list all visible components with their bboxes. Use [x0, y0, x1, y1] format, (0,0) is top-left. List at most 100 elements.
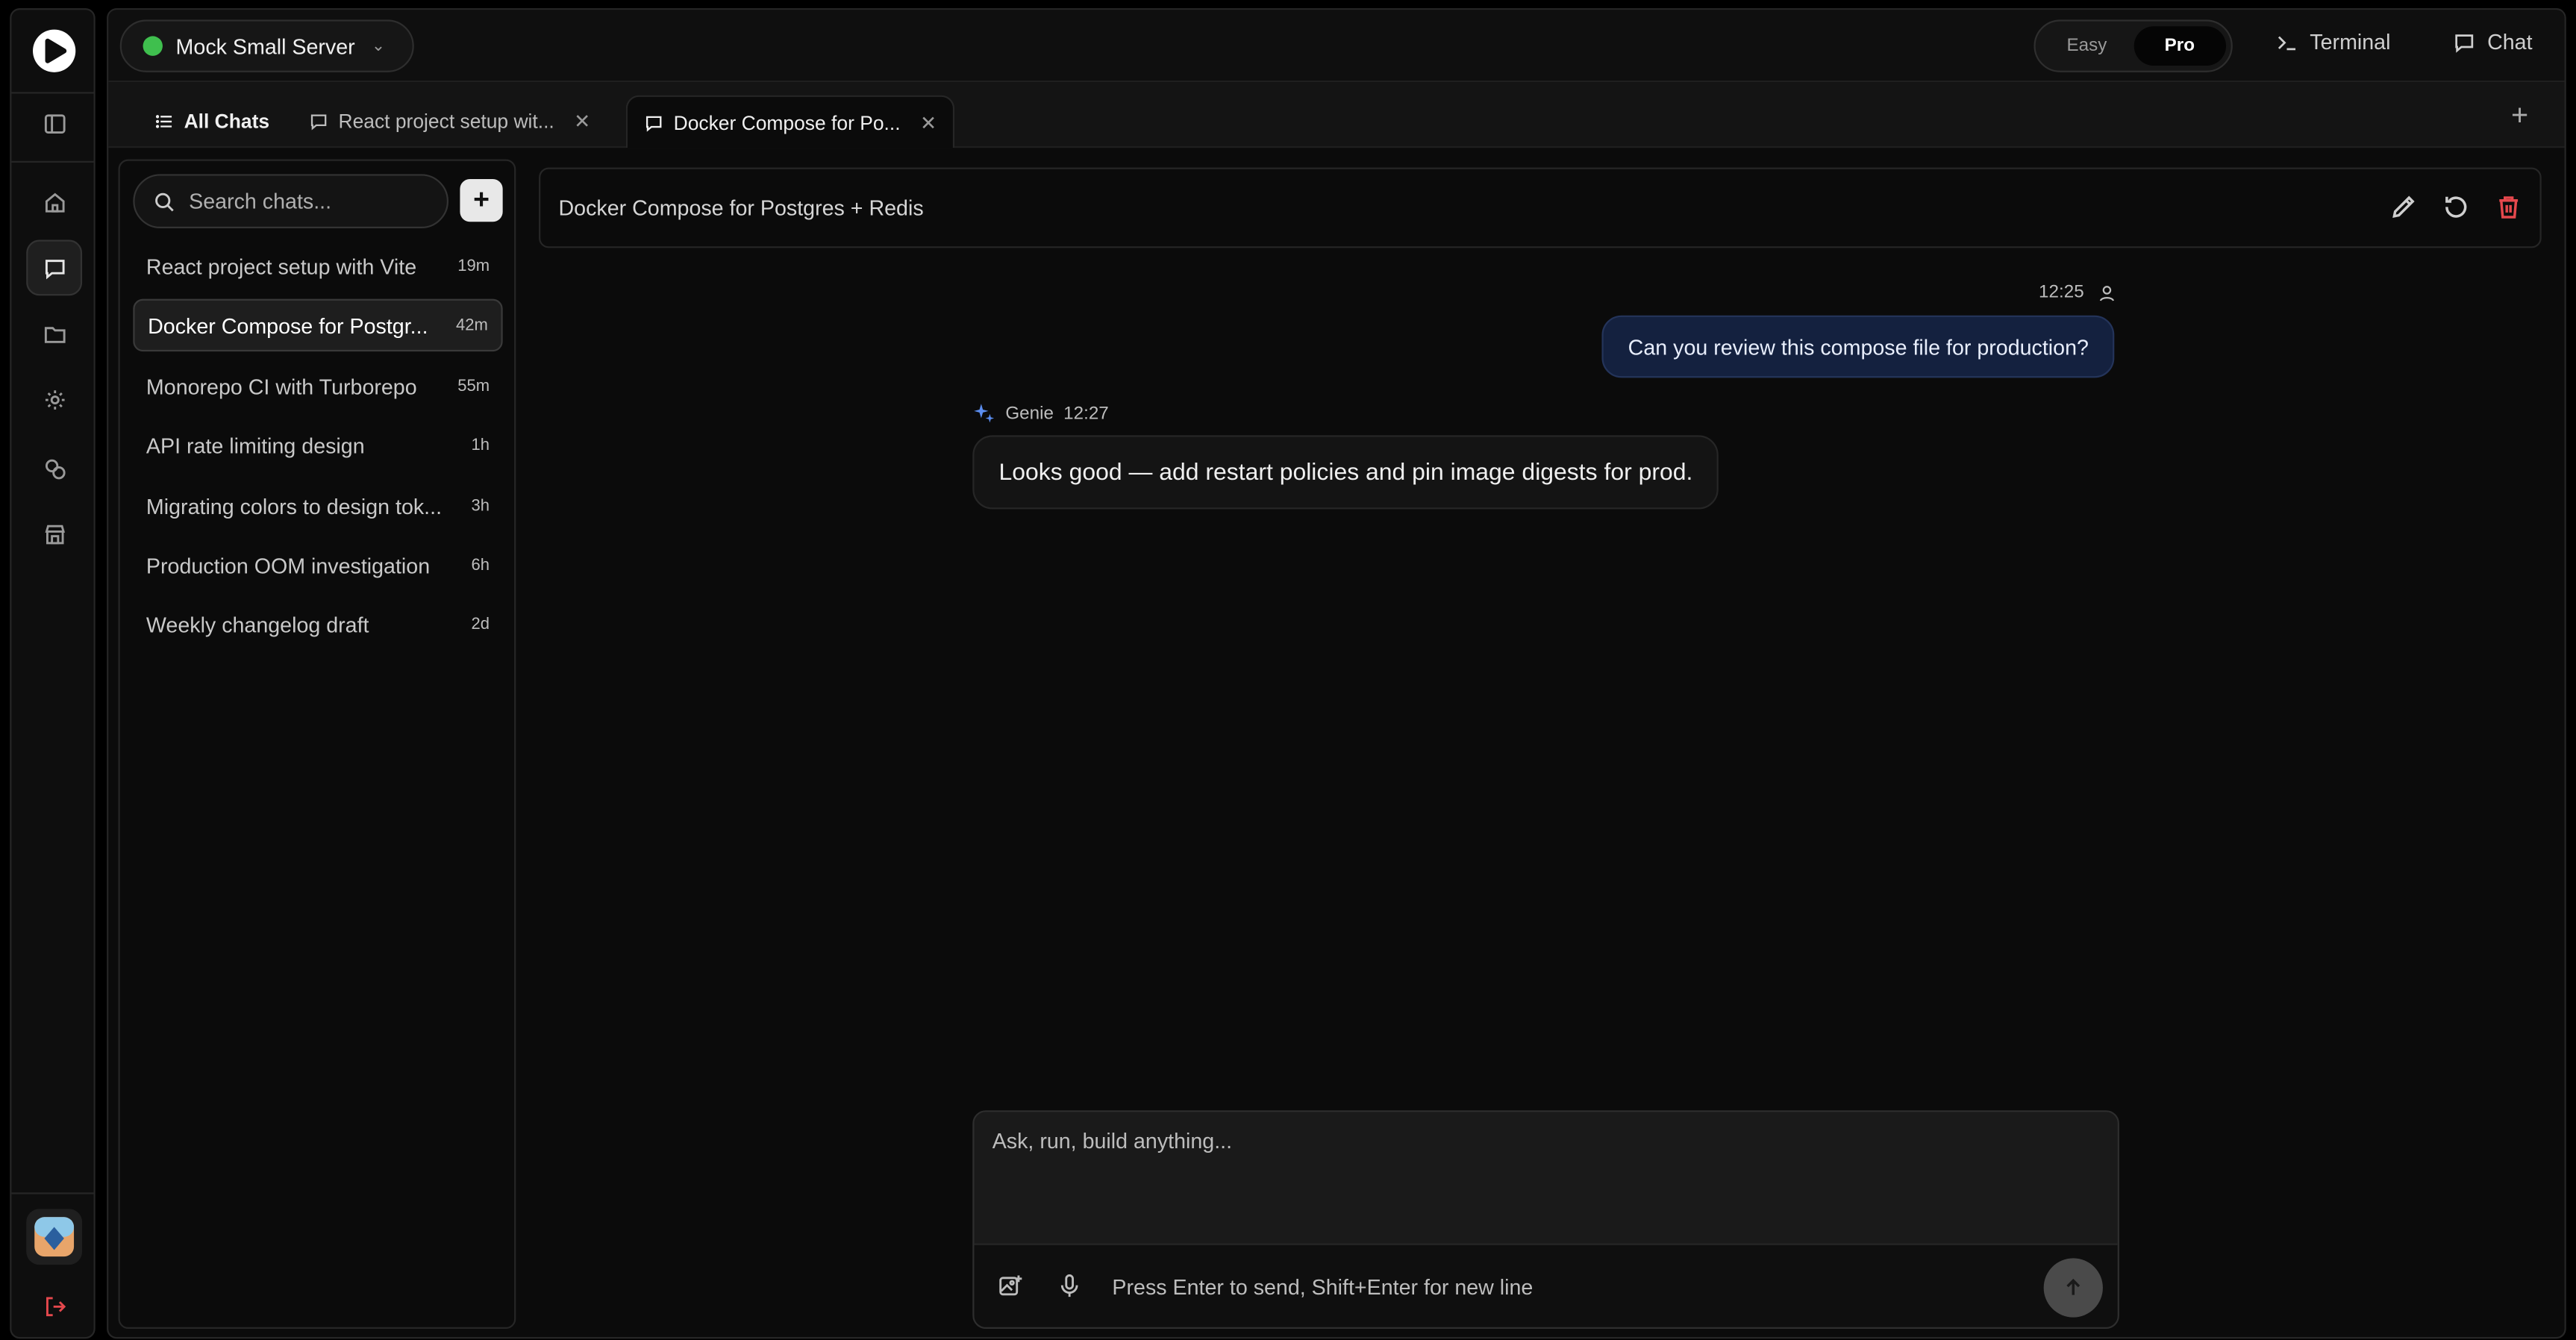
- chat-bubble-icon: [645, 115, 662, 131]
- nav-settings-button[interactable]: [26, 372, 82, 428]
- chat-title: API rate limiting design: [146, 433, 365, 458]
- assistant-message-text: Looks good — add restart policies and pi…: [998, 459, 1693, 486]
- search-icon: [155, 192, 174, 211]
- terminal-label: Terminal: [2310, 29, 2391, 54]
- attach-image-icon[interactable]: [997, 1273, 1023, 1299]
- new-chat-button[interactable]: +: [460, 178, 503, 222]
- avatar-image-icon: [34, 1217, 75, 1257]
- chat-list-item[interactable]: API rate limiting design 1h: [133, 419, 502, 471]
- chat-age: 55m: [457, 377, 490, 395]
- chat-label: Chat: [2487, 29, 2533, 54]
- chat-title: Production OOM investigation: [146, 552, 431, 577]
- tab-bar: All Chats React project setup wit... ✕ D…: [108, 82, 2565, 148]
- tab-react-project[interactable]: React project setup wit... ✕: [293, 96, 607, 148]
- tab-label: Docker Compose for Po...: [673, 110, 901, 134]
- app-root: Mock Small Server ⌄ Easy Pro Terminal Ch…: [0, 0, 2576, 1340]
- chat-list-panel: + React project setup with Vite 19m Dock…: [118, 159, 516, 1330]
- search-input[interactable]: [189, 189, 419, 214]
- microphone-icon[interactable]: [1057, 1273, 1083, 1299]
- composer-hint: Press Enter to send, Shift+Enter for new…: [1112, 1274, 1534, 1299]
- user-avatar[interactable]: [26, 1209, 83, 1265]
- edit-pencil-icon[interactable]: [2389, 192, 2419, 222]
- message-composer: Press Enter to send, Shift+Enter for new…: [972, 1110, 2119, 1330]
- chevron-down-icon: ⌄: [371, 37, 386, 55]
- refresh-icon[interactable]: [2441, 192, 2471, 222]
- chat-title: Docker Compose for Postgr...: [148, 313, 428, 338]
- home-icon: [44, 192, 64, 212]
- chat-list-item[interactable]: React project setup with Vite 19m: [133, 239, 502, 292]
- user-message-bubble: Can you review this compose file for pro…: [1601, 315, 2116, 378]
- mode-easy-button[interactable]: Easy: [2040, 26, 2133, 66]
- user-icon: [2098, 285, 2113, 301]
- link-coins-icon: [44, 458, 65, 479]
- message-input[interactable]: [974, 1112, 2118, 1244]
- server-selector[interactable]: Mock Small Server ⌄: [119, 19, 414, 72]
- composer-toolbar: Press Enter to send, Shift+Enter for new…: [974, 1243, 2118, 1327]
- app-logo-icon[interactable]: [30, 26, 79, 75]
- nav-home-button[interactable]: [26, 174, 82, 230]
- nav-integrations-button[interactable]: [26, 440, 82, 496]
- chat-list-item[interactable]: Monorepo CI with Turborepo 55m: [133, 360, 502, 412]
- store-icon: [44, 524, 64, 544]
- send-button[interactable]: [2043, 1258, 2103, 1318]
- chat-header: Docker Compose for Postgres + Redis: [539, 167, 2542, 248]
- chat-age: 3h: [471, 496, 490, 516]
- chat-bubble-icon: [44, 259, 64, 279]
- user-message-time: 12:25: [2039, 282, 2084, 303]
- assistant-message-time: 12:27: [1063, 404, 1109, 424]
- chat-button[interactable]: Chat: [2453, 30, 2533, 54]
- rail-divider: [11, 92, 94, 94]
- chat-age: 1h: [471, 436, 490, 454]
- chat-title: Weekly changelog draft: [146, 612, 369, 637]
- rail-divider: [11, 1192, 94, 1195]
- sparkle-icon: [974, 404, 995, 423]
- new-tab-button[interactable]: +: [2511, 98, 2528, 133]
- chat-bubble-icon: [2455, 34, 2474, 52]
- server-status-dot: [143, 36, 163, 56]
- nav-chats-button[interactable]: [26, 239, 83, 296]
- chat-title: Migrating colors to design tok...: [146, 493, 443, 519]
- user-message-text: Can you review this compose file for pro…: [1628, 334, 2089, 360]
- chat-age: 42m: [456, 316, 488, 335]
- terminal-button[interactable]: Terminal: [2275, 30, 2390, 54]
- list-icon: [155, 115, 172, 128]
- tab-label: React project setup wit...: [338, 110, 554, 134]
- arrow-up-icon: [2066, 1278, 2081, 1295]
- sidebar-toggle-icon: [43, 113, 65, 133]
- nav-store-button[interactable]: [26, 506, 82, 562]
- chat-title: React project setup with Vite: [146, 254, 417, 279]
- trash-icon[interactable]: [2494, 192, 2524, 222]
- chat-list-item[interactable]: Docker Compose for Postgr... 42m: [133, 298, 503, 352]
- close-tab-icon[interactable]: ✕: [920, 111, 937, 134]
- mode-pro-button[interactable]: Pro: [2133, 26, 2227, 66]
- chat-age: 6h: [471, 556, 490, 574]
- assistant-message-bubble: Looks good — add restart policies and pi…: [972, 435, 1719, 510]
- folder-icon: [43, 326, 65, 342]
- mode-toggle: Easy Pro: [2033, 19, 2233, 72]
- top-bar: Mock Small Server ⌄ Easy Pro Terminal Ch…: [108, 10, 2565, 83]
- chat-list-item[interactable]: Migrating colors to design tok... 3h: [133, 480, 502, 532]
- chat-list-item[interactable]: Production OOM investigation 6h: [133, 539, 502, 591]
- chat-title: Monorepo CI with Turborepo: [146, 373, 417, 398]
- search-box[interactable]: [133, 174, 449, 229]
- close-tab-icon[interactable]: ✕: [574, 110, 590, 134]
- toggle-sidebar-button[interactable]: [26, 96, 82, 151]
- tab-docker-compose[interactable]: Docker Compose for Po... ✕: [625, 95, 955, 148]
- gear-icon: [44, 389, 64, 409]
- rail-divider: [11, 160, 94, 163]
- left-rail: [10, 8, 96, 1339]
- user-message-meta: 12:25: [2039, 283, 2115, 302]
- assistant-name: Genie: [1005, 404, 1054, 424]
- assistant-message-meta: Genie 12:27: [972, 402, 1109, 425]
- logout-button[interactable]: [26, 1278, 82, 1334]
- chat-age: 2d: [471, 615, 490, 633]
- chat-list-item[interactable]: Weekly changelog draft 2d: [133, 598, 502, 650]
- chat-age: 19m: [457, 257, 490, 275]
- chat-title-heading: Docker Compose for Postgres + Redis: [558, 195, 924, 221]
- tab-label: All Chats: [184, 110, 270, 134]
- server-name: Mock Small Server: [175, 34, 355, 59]
- logout-icon: [45, 1296, 66, 1315]
- nav-files-button[interactable]: [26, 305, 82, 361]
- main-frame: Mock Small Server ⌄ Easy Pro Terminal Ch…: [107, 8, 2566, 1339]
- tab-all-chats[interactable]: All Chats: [138, 96, 286, 148]
